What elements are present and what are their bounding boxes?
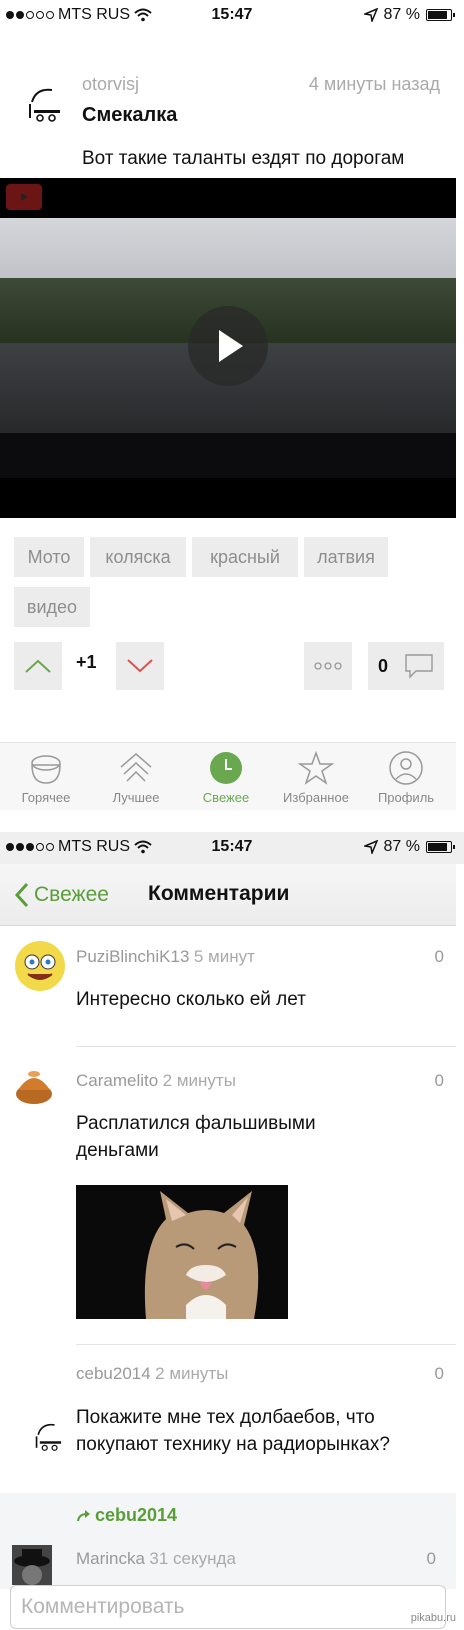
tag-kolyaska[interactable]: коляска	[90, 537, 186, 577]
tab-hot-label: Горячее	[21, 790, 71, 805]
watermark: pikabu.ru	[410, 1612, 456, 1624]
comment-score: 0	[426, 1549, 436, 1568]
tag-krasny[interactable]: красный	[192, 537, 298, 577]
comment-text-line: Расплатился фальшивыми	[76, 1113, 316, 1134]
comment-time: 5 минут	[193, 947, 255, 966]
capsule-avatar-icon	[16, 1071, 52, 1104]
hot-icon	[31, 755, 61, 784]
comment-text: Интересно сколько ей лет	[76, 989, 306, 1010]
comment-avatar[interactable]	[30, 1420, 66, 1456]
tab-favorites[interactable]: Избранное	[272, 743, 360, 811]
speech-bubble-icon	[405, 654, 433, 679]
comment-header: Caramelito 2 минуты	[76, 1071, 236, 1091]
comment-user[interactable]: Caramelito	[76, 1071, 158, 1090]
comment-time: 2 минуты	[155, 1364, 229, 1383]
reply-arrow-icon	[77, 1509, 90, 1521]
comment-user[interactable]: Marincka	[76, 1549, 145, 1568]
comment-text: Расплатился фальшивыми деньгами	[76, 1110, 316, 1164]
comment-header: Marincka 31 секунда	[76, 1549, 236, 1569]
comment-avatar[interactable]	[12, 1064, 56, 1113]
comment-user[interactable]: cebu2014	[76, 1364, 151, 1383]
star-icon	[298, 751, 334, 785]
battery-icon	[426, 9, 455, 21]
reply-to[interactable]: cebu2014	[76, 1505, 177, 1526]
post-title[interactable]: Смекалка	[82, 104, 177, 127]
battery-percent: 87 %	[383, 6, 420, 23]
status-right: 87 %	[363, 6, 455, 24]
page-title: Комментарии	[148, 882, 290, 905]
more-dots-icon	[314, 662, 342, 670]
post-author-avatar[interactable]	[22, 84, 66, 128]
reply-to-user: cebu2014	[95, 1505, 178, 1525]
comment-text-line: Покажите мне тех долбаебов, что	[76, 1407, 375, 1428]
reply-comment: cebu2014 Marincka 31 секунда 0	[0, 1493, 456, 1589]
post-rating: +1	[76, 652, 97, 672]
hat-avatar-icon	[12, 1545, 52, 1585]
comment-user[interactable]: PuziBlinchiK13	[76, 947, 189, 966]
comment-input[interactable]: Комментировать	[10, 1585, 446, 1629]
tab-fresh[interactable]: Свежее	[182, 743, 270, 811]
cat-photo-icon	[144, 1191, 259, 1319]
location-arrow-icon	[363, 840, 378, 854]
chevron-left-icon	[14, 882, 29, 908]
status-bar-top: MTS RUS 15:47 87 %	[0, 0, 464, 32]
more-options-button[interactable]	[304, 642, 352, 690]
comment-score: 0	[434, 947, 444, 966]
comment-avatar[interactable]	[14, 940, 66, 997]
comment-time: 2 минуты	[162, 1071, 236, 1090]
comments-count: 0	[378, 655, 389, 676]
comment-image[interactable]	[76, 1185, 288, 1319]
tab-best[interactable]: Лучшее	[92, 743, 180, 811]
tab-fresh-label: Свежее	[202, 790, 250, 805]
comment-text-line: деньгами	[76, 1140, 159, 1161]
face-avatar-icon	[29, 88, 60, 122]
tab-best-label: Лучшее	[112, 790, 160, 805]
chevron-down-icon	[127, 659, 153, 673]
back-button[interactable]: Свежее	[14, 882, 109, 908]
play-button[interactable]	[188, 306, 268, 386]
comments-navbar: Свежее Комментарии	[0, 864, 456, 926]
comment-score: 0	[434, 1071, 444, 1090]
comment-header: cebu2014 2 минуты	[76, 1364, 228, 1384]
back-label: Свежее	[34, 883, 109, 906]
upvote-button[interactable]	[14, 642, 62, 690]
location-arrow-icon	[363, 8, 378, 22]
status-right-second: 87 %	[363, 838, 455, 856]
profile-icon	[389, 751, 423, 785]
tag-video[interactable]: видео	[14, 587, 90, 627]
comment-avatar[interactable]	[12, 1545, 52, 1585]
battery-icon	[426, 841, 455, 853]
sponge-avatar-icon	[15, 941, 65, 991]
status-bar-second: MTS RUS 15:47 87 %	[0, 832, 464, 864]
chevron-up-icon	[25, 659, 51, 673]
tab-favorites-label: Избранное	[283, 790, 349, 805]
post-author[interactable]: otorvisj	[82, 74, 139, 95]
comments-button[interactable]: 0	[368, 642, 444, 690]
post-description: Вот такие таланты ездят по дорогам	[82, 148, 405, 169]
battery-percent-second: 87 %	[383, 838, 420, 855]
comment-score: 0	[434, 1364, 444, 1383]
tag-latvia[interactable]: латвия	[304, 537, 388, 577]
comment-divider	[76, 1344, 456, 1345]
youtube-logo-icon	[6, 184, 42, 210]
comment-header: PuziBlinchiK13 5 минут	[76, 947, 255, 967]
tag-moto[interactable]: Мото	[14, 537, 84, 577]
face-avatar-icon	[35, 1423, 62, 1451]
comment-text-line: покупают технику на радиорынках?	[76, 1434, 390, 1455]
tab-hot[interactable]: Горячее	[2, 743, 90, 811]
downvote-button[interactable]	[116, 642, 164, 690]
comment-divider	[76, 1046, 456, 1047]
comment-text: Покажите мне тех долбаебов, что покупают…	[76, 1404, 390, 1458]
tab-bar: Горячее Лучшее Свежее Избранное Профиль	[0, 742, 456, 810]
tab-profile-label: Профиль	[377, 790, 435, 805]
post-time: 4 минуты назад	[308, 74, 440, 94]
comment-time: 31 секунда	[149, 1549, 236, 1568]
best-icon	[120, 753, 152, 782]
clock-icon	[210, 752, 242, 784]
tab-profile[interactable]: Профиль	[362, 743, 450, 811]
video-player[interactable]	[0, 178, 456, 518]
